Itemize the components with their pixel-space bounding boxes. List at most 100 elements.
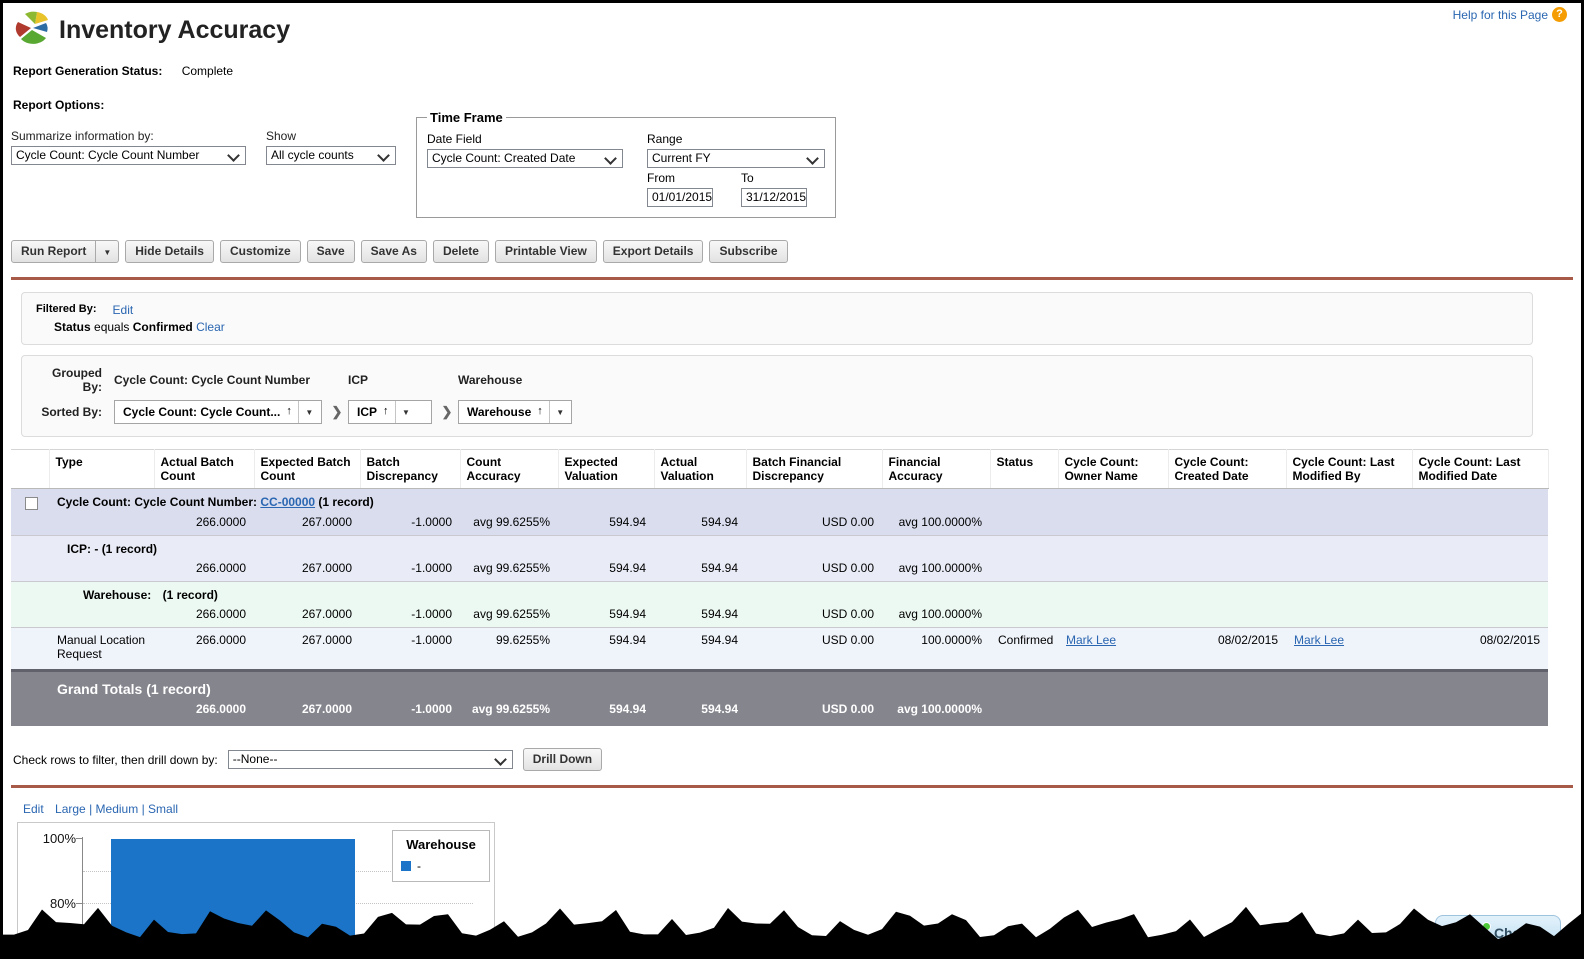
group1-subtotal-row: 266.0000 267.0000 -1.0000 avg 99.6255% 5… [11, 512, 1548, 536]
page-title: Inventory Accuracy [59, 16, 290, 45]
from-label: From [647, 171, 713, 185]
group2-record-count: (1 record) [102, 542, 157, 556]
detail-row: Manual Location Request 266.0000 267.000… [11, 628, 1548, 671]
group-name-3: Warehouse [458, 373, 576, 387]
to-label: To [741, 171, 807, 185]
detail-type: Manual Location Request [49, 628, 154, 671]
col-header-type: Type [49, 450, 154, 489]
col-header-expected-batch-count: Expected Batch Count [254, 450, 360, 489]
printable-view-button[interactable]: Printable View [495, 240, 597, 263]
group3-subtotal-row: 266.0000 267.0000 -1.0000 avg 99.6255% 5… [11, 604, 1548, 628]
detail-expected-batch-count: 267.0000 [254, 628, 360, 671]
from-date-input[interactable]: 01/01/2015 [647, 188, 713, 207]
show-select[interactable]: All cycle counts [266, 146, 396, 165]
subtotal-financial-accuracy: avg 100.0000% [882, 512, 990, 536]
chart-size-small-link[interactable]: Small [148, 802, 178, 816]
cycle-count-link[interactable]: CC-00000 [260, 495, 315, 509]
chat-label: Chat [1494, 925, 1525, 941]
run-report-menu-button[interactable]: ▼ [96, 240, 119, 263]
filter-panel: Filtered By: Edit Status equals Confirme… [21, 292, 1533, 345]
col-header-created-date: Cycle Count: Created Date [1168, 450, 1286, 489]
date-field-label: Date Field [427, 132, 623, 146]
col-header-actual-batch-count: Actual Batch Count [154, 450, 254, 489]
col-header-last-modified-by: Cycle Count: Last Modified By [1286, 450, 1412, 489]
group-row-warehouse: Warehouse: (1 record) [11, 582, 1548, 605]
customize-button[interactable]: Customize [220, 240, 301, 263]
legend-series-label: - [417, 859, 421, 873]
group-row-checkbox[interactable] [25, 497, 38, 510]
chart-y-axis [82, 837, 83, 959]
date-field-select[interactable]: Cycle Count: Created Date [427, 149, 623, 168]
sort-asc-icon: ↑ [535, 401, 549, 423]
chevron-down-icon: ▼ [402, 408, 410, 417]
sort-asc-icon: ↑ [284, 401, 298, 423]
export-details-button[interactable]: Export Details [603, 240, 704, 263]
subtotal-batch-discrepancy: -1.0000 [360, 512, 460, 536]
last-modified-by-link[interactable]: Mark Lee [1294, 633, 1344, 647]
save-button[interactable]: Save [307, 240, 355, 263]
hide-details-button[interactable]: Hide Details [125, 240, 214, 263]
subtotal-actual-batch-count: 266.0000 [154, 512, 254, 536]
subtotal-count-accuracy: avg 99.6255% [460, 512, 558, 536]
filter-operator: equals [94, 320, 129, 334]
delete-button[interactable]: Delete [433, 240, 489, 263]
group-name-1: Cycle Count: Cycle Count Number [114, 373, 326, 387]
summarize-by-select[interactable]: Cycle Count: Cycle Count Number [11, 146, 246, 165]
y-tick-80: 80% [32, 896, 76, 911]
sort-menu-button[interactable]: ▼ [550, 401, 571, 423]
sort-button-icp[interactable]: ICP ↑ ▼ [348, 400, 432, 424]
owner-name-link[interactable]: Mark Lee [1066, 633, 1116, 647]
col-header-expected-valuation: Expected Valuation [558, 450, 654, 489]
group-separator-icon: ❯ [436, 404, 458, 420]
run-report-split-button: Run Report ▼ [11, 240, 119, 263]
sort-menu-button[interactable]: ▼ [299, 401, 320, 423]
sort-asc-icon: ↑ [381, 401, 395, 423]
chart-size-large-link[interactable]: Large [55, 802, 86, 816]
sort-menu-button[interactable]: ▼ [396, 401, 417, 423]
help-icon[interactable]: ? [1552, 7, 1567, 22]
col-header-last-modified-date: Cycle Count: Last Modified Date [1412, 450, 1548, 489]
range-select[interactable]: Current FY [647, 149, 825, 168]
group-row-cycle-count: Cycle Count: Cycle Count Number: CC-0000… [11, 489, 1548, 513]
chat-icon [1471, 927, 1487, 939]
chart-legend: Warehouse - [392, 830, 490, 882]
filter-clear-link[interactable]: Clear [196, 320, 225, 334]
chevron-down-icon: ▼ [103, 248, 111, 257]
run-report-button[interactable]: Run Report [11, 240, 96, 263]
group-name-2: ICP [348, 373, 436, 387]
chat-widget-tab[interactable]: Chat [1435, 915, 1561, 949]
report-page: Help for this Page ? Inventory Accuracy … [0, 0, 1584, 959]
chart-bar[interactable] [111, 839, 355, 959]
chart-edit-link[interactable]: Edit [23, 802, 44, 816]
drilldown-select[interactable]: --None-- [228, 750, 513, 769]
chart-size-medium-link[interactable]: Medium [96, 802, 139, 816]
table-header-row: Type Actual Batch Count Expected Batch C… [11, 450, 1548, 489]
save-as-button[interactable]: Save As [361, 240, 427, 263]
filter-value: Confirmed [133, 320, 193, 334]
group-row-icp: ICP: - (1 record) [11, 536, 1548, 559]
sort-button-warehouse[interactable]: Warehouse ↑ ▼ [458, 400, 572, 424]
filter-edit-link[interactable]: Edit [113, 303, 134, 317]
group-separator-icon: ❯ [326, 404, 348, 420]
filtered-by-label: Filtered By: [36, 303, 97, 317]
detail-actual-batch-count: 266.0000 [154, 628, 254, 671]
drill-down-button[interactable]: Drill Down [523, 748, 602, 771]
chart-y-axis-label: Average Count Accuracy [26, 927, 40, 959]
subtotal-actual-valuation: 594.94 [654, 512, 746, 536]
report-icon [13, 11, 51, 50]
subscribe-button[interactable]: Subscribe [709, 240, 787, 263]
subtotal-expected-valuation: 594.94 [558, 512, 654, 536]
help-for-page-link[interactable]: Help for this Page [1453, 8, 1548, 22]
grouping-panel: Grouped By: Cycle Count: Cycle Count Num… [21, 355, 1533, 437]
to-date-input[interactable]: 31/12/2015 [741, 188, 807, 207]
sorted-by-label: Sorted By: [36, 405, 114, 419]
report-options-label: Report Options: [3, 78, 1581, 112]
chevron-down-icon: ▼ [305, 408, 313, 417]
group3-record-count: (1 record) [155, 588, 218, 602]
detail-batch-financial-discrepancy: USD 0.00 [746, 628, 882, 671]
sort-button-cycle-count[interactable]: Cycle Count: Cycle Count... ↑ ▼ [114, 400, 322, 424]
detail-last-modified-date: 08/02/2015 [1412, 628, 1548, 671]
legend-swatch [401, 861, 411, 871]
section-divider-top [11, 277, 1573, 280]
group2-label: ICP: - [67, 542, 98, 556]
